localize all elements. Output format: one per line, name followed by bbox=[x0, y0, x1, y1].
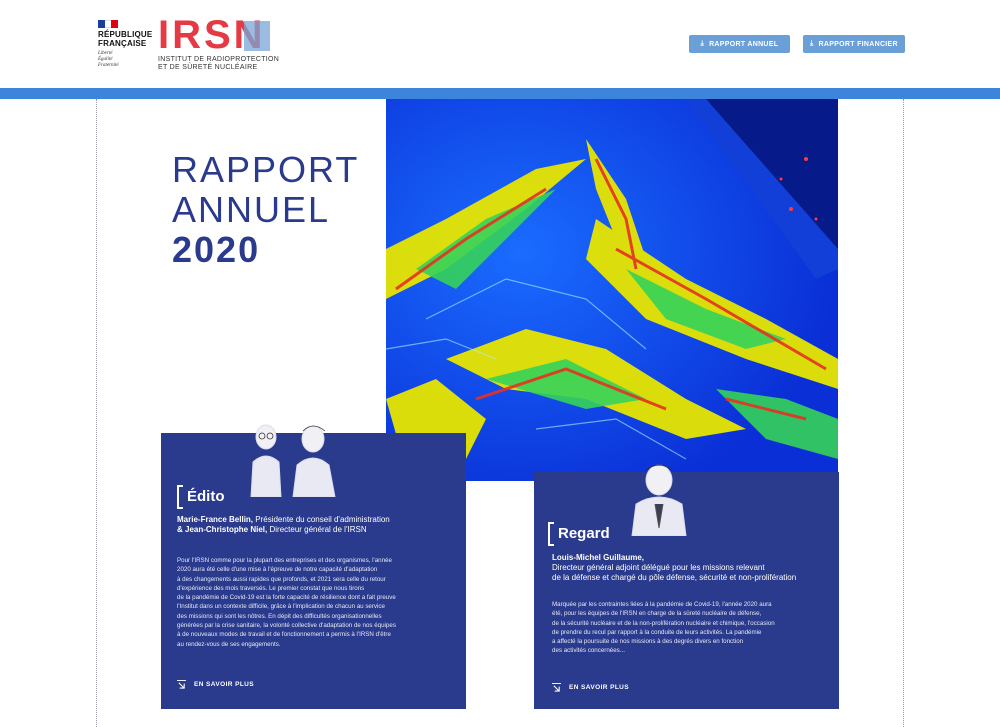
irsn-subtitle-1: INSTITUT DE RADIOPROTECTION bbox=[158, 56, 280, 63]
left-dotted-guide bbox=[96, 99, 97, 727]
body-line: a affecté la poursuite de nos missions à… bbox=[552, 638, 744, 646]
author-role: Présidente du conseil d'administration bbox=[253, 515, 390, 524]
irsn-subtitle-2: ET DE SÛRETÉ NUCLÉAIRE bbox=[158, 64, 258, 71]
regard-body: Marquée par les contraintes liées à la p… bbox=[552, 600, 832, 656]
title-line-2: ANNUEL bbox=[172, 189, 331, 230]
gov-motto-3: Fraternité bbox=[98, 63, 119, 68]
download-icon: ⤓ bbox=[810, 40, 814, 47]
edito-read-more-link[interactable]: EN SAVOIR PLUS bbox=[177, 680, 254, 689]
arrow-down-right-icon bbox=[552, 683, 561, 692]
body-line: des missions qui sont les nôtres. En dép… bbox=[177, 612, 382, 620]
irsn-logo[interactable]: IRSN INSTITUT DE RADIOPROTECTION ET DE S… bbox=[158, 15, 280, 72]
author-role: Directeur général adjoint délégué pour l… bbox=[552, 563, 765, 572]
body-line: l'Institut dans un contexte difficile, g… bbox=[177, 603, 385, 611]
republique-francaise-logo[interactable]: RÉPUBLIQUE FRANÇAISE Liberté Égalité Fra… bbox=[98, 20, 154, 69]
right-dotted-guide bbox=[903, 99, 904, 727]
bracket-decoration bbox=[177, 485, 183, 509]
edito-card[interactable]: Édito Marie-France Bellin, Présidente du… bbox=[161, 424, 466, 709]
body-line: de la sécurité nucléaire et de la non-pr… bbox=[552, 619, 775, 627]
body-line: à de nouveaux modes de travail et de fon… bbox=[177, 631, 391, 639]
hero-image bbox=[386, 99, 838, 481]
download-icon: ⤓ bbox=[700, 40, 705, 47]
body-line: à des changements aussi rapides que prof… bbox=[177, 575, 386, 583]
author-name: & Jean-Christophe Niel, bbox=[177, 525, 268, 534]
bracket-decoration bbox=[548, 522, 554, 546]
gov-name-line2: FRANÇAISE bbox=[98, 39, 147, 48]
body-line: des activités concernées... bbox=[552, 647, 625, 655]
author-role: de la défense et chargé du pôle défense,… bbox=[552, 573, 797, 582]
site-header: RÉPUBLIQUE FRANÇAISE Liberté Égalité Fra… bbox=[0, 0, 1000, 88]
author-name: Louis-Michel Guillaume, bbox=[552, 553, 645, 562]
irsn-wordmark: IRSN bbox=[158, 15, 279, 55]
title-line-1: RAPPORT bbox=[172, 149, 360, 190]
body-line: Marquée par les contraintes liées à la p… bbox=[552, 601, 772, 608]
rapport-financier-button[interactable]: ⤓ RAPPORT FINANCIER bbox=[803, 35, 905, 53]
title-year: 2020 bbox=[172, 229, 261, 270]
regard-link-label: EN SAVOIR PLUS bbox=[569, 684, 630, 691]
author-name: Marie-France Bellin, bbox=[177, 515, 254, 524]
page-title: RAPPORT ANNUEL 2020 bbox=[172, 150, 359, 270]
edito-authors: Marie-France Bellin, Présidente du conse… bbox=[177, 515, 390, 535]
regard-card[interactable]: Regard Louis-Michel Guillaume, Directeur… bbox=[534, 464, 839, 709]
regard-portrait-illustration bbox=[631, 464, 687, 536]
french-flag-icon bbox=[98, 20, 119, 28]
body-line: Pour l'IRSN comme pour la plupart des en… bbox=[177, 557, 392, 564]
logo-accent-shape bbox=[244, 21, 270, 51]
author-role: Directeur général de l'IRSN bbox=[267, 525, 367, 534]
edito-heading: Édito bbox=[177, 485, 225, 509]
crystal-heatmap-image bbox=[386, 99, 838, 481]
body-line: 2020 aura été celle d'une mise à l'épreu… bbox=[177, 566, 378, 574]
regard-heading: Regard bbox=[548, 522, 610, 546]
body-line: d'expérience des mois traversés. Le prem… bbox=[177, 584, 365, 592]
body-line: au rendez-vous de ses engagements. bbox=[177, 640, 281, 648]
body-line: de la pandémie de Covid-19 est la forte … bbox=[177, 594, 396, 602]
gov-name-line1: RÉPUBLIQUE bbox=[98, 30, 153, 39]
body-line: générées par la crise sanitaire, la volo… bbox=[177, 622, 396, 630]
edito-portrait-illustration bbox=[250, 424, 336, 497]
rapport-annuel-button[interactable]: ⤓ RAPPORT ANNUEL bbox=[689, 35, 790, 53]
regard-heading-text: Regard bbox=[558, 524, 610, 542]
edito-body: Pour l'IRSN comme pour la plupart des en… bbox=[177, 556, 457, 649]
rapport-financier-label: RAPPORT FINANCIER bbox=[818, 40, 898, 48]
rapport-annuel-label: RAPPORT ANNUEL bbox=[709, 40, 779, 48]
body-line: de prendre du recul par rapport à la con… bbox=[552, 628, 762, 636]
edito-heading-text: Édito bbox=[187, 487, 225, 505]
edito-link-label: EN SAVOIR PLUS bbox=[194, 681, 255, 688]
header-band bbox=[0, 88, 1000, 99]
regard-read-more-link[interactable]: EN SAVOIR PLUS bbox=[552, 683, 629, 692]
arrow-down-right-icon bbox=[177, 680, 186, 689]
regard-author: Louis-Michel Guillaume, Directeur généra… bbox=[552, 553, 796, 583]
body-line: été, pour les équipes de l'IRSN en charg… bbox=[552, 610, 762, 618]
